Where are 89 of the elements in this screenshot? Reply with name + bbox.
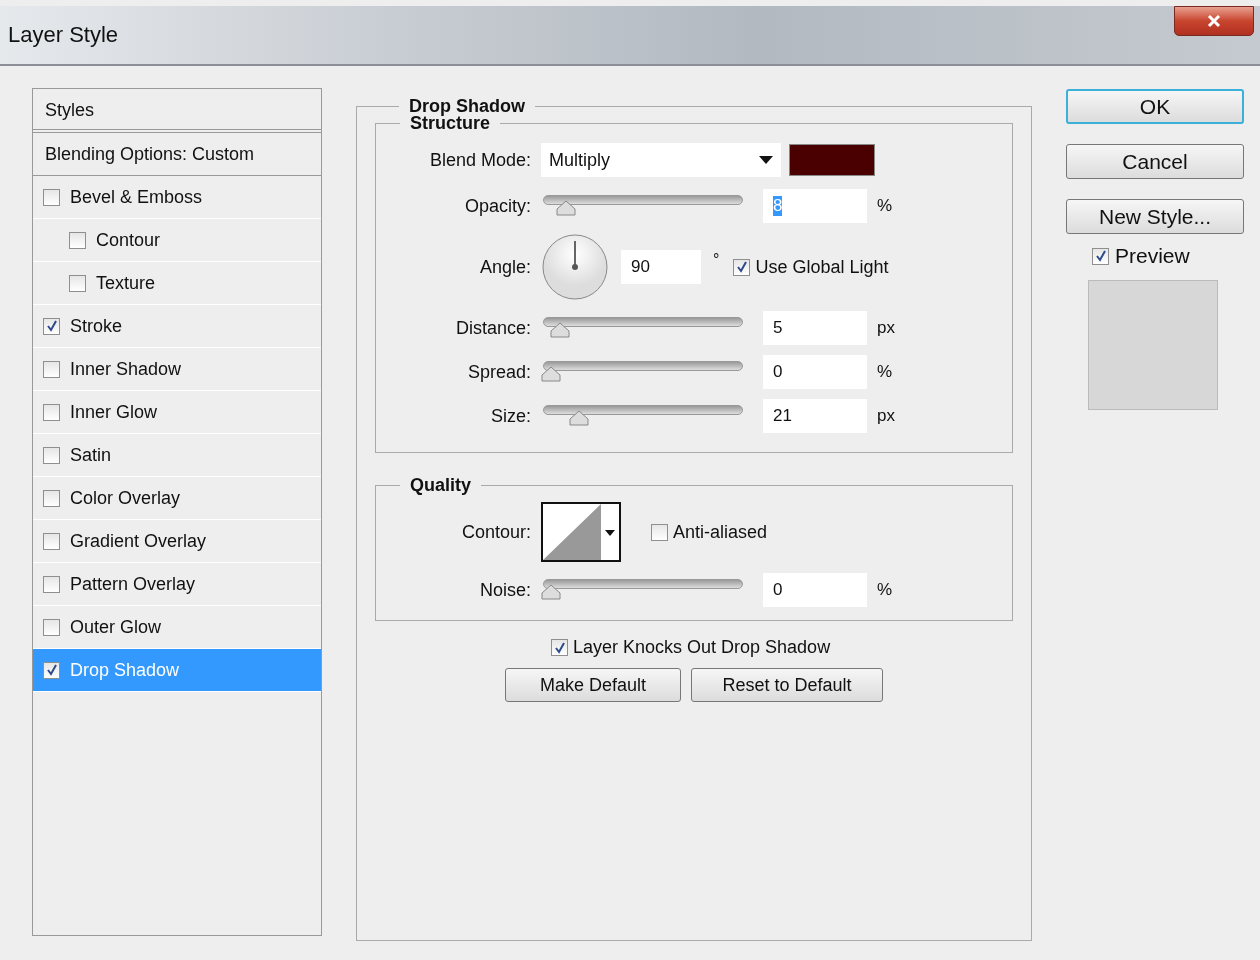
slider-track[interactable] [541,579,745,601]
slider-thumb[interactable] [568,410,589,426]
style-list-item[interactable]: Stroke [33,305,321,348]
field-label: Spread: [466,361,531,383]
slider-thumb[interactable] [541,584,561,600]
style-list-item[interactable]: Inner Glow [33,391,321,434]
window-title: Layer Style [8,22,119,48]
contour-picker[interactable] [541,502,621,562]
style-label: Gradient Overlay [70,530,207,552]
dialog-button[interactable]: OK [1066,89,1244,124]
input-field[interactable]: 5 [763,311,867,345]
style-list-item[interactable]: Color Overlay [33,477,321,520]
angle-dial[interactable] [541,233,609,301]
slider-track[interactable] [541,317,745,339]
slider-thumb[interactable] [550,322,571,338]
unit-label: % [877,362,893,382]
style-list-item[interactable]: Bevel & Emboss [33,176,321,219]
caret-icon [759,156,773,164]
style-list-item[interactable]: Inner Shadow [33,348,321,391]
checkbox[interactable] [43,575,60,593]
unit-label: px [877,406,895,426]
checkbox[interactable] [551,639,568,656]
style-label: Texture [96,272,156,294]
checkbox-label: Anti-aliased [673,521,768,543]
checkbox-label: Use Global Light [755,256,889,278]
close-icon [1206,14,1222,28]
style-label: Inner Glow [70,401,158,423]
slider-track[interactable] [541,361,745,383]
style-label: Contour [96,229,161,251]
style-list-item[interactable]: Texture [33,262,321,305]
dialog-button[interactable]: New Style... [1066,199,1244,234]
style-label: Bevel & Emboss [70,186,203,208]
unit-label: px [877,318,895,338]
checkbox[interactable] [69,274,86,292]
slider-track[interactable] [541,195,745,217]
checkbox[interactable] [651,523,668,541]
field-label: Size: [489,405,531,427]
checkbox[interactable] [43,360,60,378]
checkbox[interactable] [43,618,60,636]
input-field[interactable]: 0 [763,573,867,607]
dialog-button[interactable]: Cancel [1066,144,1244,179]
unit-label: ° [713,251,720,269]
checkbox[interactable] [43,188,60,206]
blend-mode-dropdown[interactable]: Multiply [541,143,781,177]
checkbox[interactable] [43,403,60,421]
style-list-item[interactable]: Contour [33,219,321,262]
checkbox[interactable] [43,661,60,679]
checkbox-label: Layer Knocks Out Drop Shadow [573,637,831,658]
checkbox[interactable] [1092,247,1109,265]
input-field[interactable]: 0 [763,355,867,389]
checkbox[interactable] [43,317,60,335]
dialog-button[interactable]: Make Default [505,668,681,702]
close-button[interactable] [1174,6,1254,36]
input-field[interactable]: 90 [621,250,701,284]
style-label: Pattern Overlay [70,573,196,595]
style-label: Drop Shadow [70,659,180,681]
dialog-button[interactable]: Reset to Default [691,668,883,702]
input-field[interactable]: 21 [763,399,867,433]
field-label: Distance: [454,317,531,339]
style-label: Color Overlay [70,487,181,509]
style-label: Stroke [70,315,123,337]
checkbox[interactable] [43,532,60,550]
caret-icon [605,530,615,536]
slider-track[interactable] [541,405,745,427]
field-label: Contour: [460,521,531,543]
field-label: Blend Mode: [428,149,531,171]
field-label: Angle: [478,256,531,278]
styles-header: Styles [33,89,321,133]
checkbox[interactable] [43,446,60,464]
checkbox-label: Preview [1115,244,1190,268]
checkbox[interactable] [69,231,86,249]
field-label: Opacity: [463,195,531,217]
checkbox[interactable] [733,258,751,276]
style-list-item[interactable]: Blending Options: Custom [33,133,321,176]
style-label: Satin [70,444,112,466]
style-list-item[interactable]: Gradient Overlay [33,520,321,563]
slider-thumb[interactable] [541,366,561,382]
style-list-item[interactable]: Satin [33,434,321,477]
group-title: Drop Shadow [408,96,526,117]
checkbox[interactable] [43,489,60,507]
color-swatch[interactable] [789,144,875,176]
slider-thumb[interactable] [555,200,576,216]
unit-label: % [877,580,893,600]
unit-label: % [877,196,893,216]
style-list-item[interactable]: Pattern Overlay [33,563,321,606]
field-label: Noise: [478,579,531,601]
style-label: Inner Shadow [70,358,182,380]
style-label: Outer Glow [70,616,162,638]
group-title: Quality [409,475,472,496]
